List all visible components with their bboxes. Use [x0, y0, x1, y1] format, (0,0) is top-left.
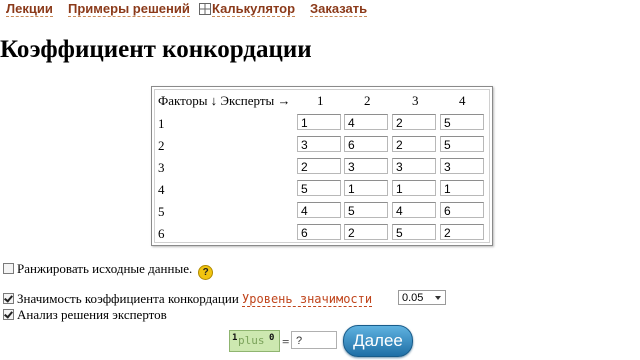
matrix-cell[interactable]: 2 [392, 114, 436, 130]
factor-label-6: 6 [158, 226, 165, 241]
matrix-cell[interactable]: 2 [440, 224, 484, 240]
nav-lectures[interactable]: Лекции [6, 1, 53, 17]
analysis-label: Анализ решения экспертов [17, 307, 167, 322]
nav-calculator[interactable]: Калькулятор [212, 1, 296, 17]
next-button[interactable]: Далее [343, 325, 413, 357]
rank-option: Ранжировать исходные данные.? [3, 261, 214, 280]
captcha-image: 1 plus 0 [229, 330, 280, 352]
matrix-cell[interactable]: 5 [344, 202, 388, 218]
analysis-checkbox[interactable] [3, 309, 14, 320]
matrix-cell[interactable]: 4 [392, 202, 436, 218]
matrix-cell[interactable]: 3 [392, 158, 436, 174]
matrix-cell[interactable]: 1 [344, 180, 388, 196]
expert-header-1: 1 [317, 93, 324, 108]
expert-header-2: 2 [364, 93, 371, 108]
rank-label: Ранжировать исходные данные. [17, 261, 193, 276]
factor-label-4: 4 [158, 182, 165, 197]
matrix-cell[interactable]: 1 [392, 180, 436, 196]
matrix-cell[interactable]: 1 [297, 114, 341, 130]
significance-label: Значимость коэффициента конкордации [17, 291, 239, 306]
factor-label-1: 1 [158, 116, 165, 131]
nav-examples[interactable]: Примеры решений [68, 1, 190, 17]
page-title: Коэффициент конкордации [0, 36, 312, 63]
matrix-cell[interactable]: 6 [297, 224, 341, 240]
matrix-cell[interactable]: 5 [297, 180, 341, 196]
matrix-cell[interactable]: 3 [440, 158, 484, 174]
captcha-right-number: 0 [269, 333, 275, 343]
matrix-cell[interactable]: 1 [440, 180, 484, 196]
matrix-cell[interactable]: 5 [440, 136, 484, 152]
matrix-cell[interactable]: 2 [344, 224, 388, 240]
significance-level-value: 0.05 [402, 292, 424, 304]
matrix-cell[interactable]: 2 [392, 136, 436, 152]
significance-level-select[interactable]: 0.05 [398, 290, 446, 305]
captcha-equals: = [282, 334, 290, 349]
significance-checkbox[interactable] [3, 293, 14, 304]
expert-header-3: 3 [412, 93, 419, 108]
matrix-cell[interactable]: 6 [344, 136, 388, 152]
factor-label-5: 5 [158, 204, 165, 219]
matrix-cell[interactable]: 3 [297, 136, 341, 152]
expert-header-4: 4 [459, 93, 466, 108]
factor-label-3: 3 [158, 160, 165, 175]
matrix-cell[interactable]: 4 [344, 114, 388, 130]
significance-level-link[interactable]: Уровень значимости [242, 292, 373, 307]
rank-checkbox[interactable] [3, 263, 14, 274]
nav-order[interactable]: Заказать [310, 1, 368, 17]
matrix-cell[interactable]: 5 [440, 114, 484, 130]
significance-option: Значимость коэффициента конкордации Уров… [3, 291, 373, 307]
help-icon[interactable]: ? [198, 265, 214, 280]
factor-label-2: 2 [158, 138, 165, 153]
calculator-icon [199, 3, 211, 15]
matrix-cell[interactable]: 3 [344, 158, 388, 174]
matrix-table: Факторы ↓ Эксперты → 1 2 3 4 1 2 3 4 5 6… [151, 86, 493, 246]
captcha-left-number: 1 [232, 333, 238, 343]
matrix-cell[interactable]: 2 [297, 158, 341, 174]
corner-label: Факторы ↓ Эксперты → [158, 93, 291, 108]
captcha-answer-input[interactable]: ? [291, 331, 337, 349]
matrix-cell[interactable]: 6 [440, 202, 484, 218]
chevron-down-icon [435, 296, 441, 300]
analysis-option: Анализ решения экспертов [3, 307, 167, 323]
matrix-cell[interactable]: 4 [297, 202, 341, 218]
captcha-word: plus [238, 334, 265, 347]
matrix-cell[interactable]: 5 [392, 224, 436, 240]
